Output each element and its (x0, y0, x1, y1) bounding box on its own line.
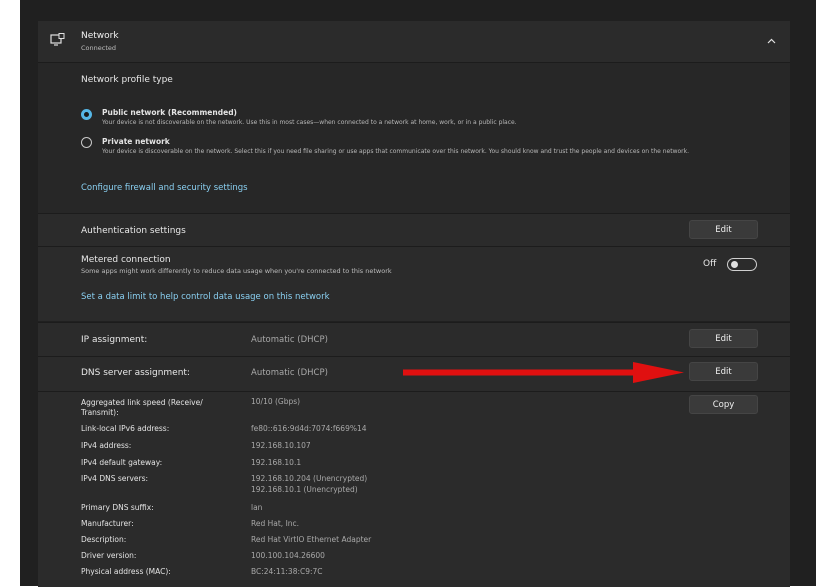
annotation-arrow (403, 362, 684, 383)
chevron-up-icon[interactable] (767, 38, 776, 44)
network-title: Network (81, 31, 119, 41)
property-label: Aggregated link speed (Receive/ (81, 398, 203, 407)
property-value: 10/10 (Gbps) (251, 397, 301, 406)
property-value: BC:24:11:38:C9:7C (251, 567, 323, 576)
property-value-cont: 192.168.10.1 (Unencrypted) (251, 485, 358, 494)
property-value: 192.168.10.107 (251, 441, 311, 450)
property-value: 192.168.10.1 (251, 458, 302, 467)
property-label: IPv4 address: (81, 441, 132, 450)
ip-assignment-row (38, 322, 790, 356)
property-value: fe80::616:9d4d:7074:f669%14 (251, 424, 367, 433)
authentication-label: Authentication settings (81, 226, 186, 236)
property-value: 192.168.10.204 (Unencrypted) (251, 474, 368, 483)
property-label: Link-local IPv6 address: (81, 424, 170, 433)
firewall-settings-link[interactable]: Configure firewall and security settings (81, 183, 248, 193)
copy-properties-button[interactable]: Copy (689, 395, 758, 414)
property-label: Primary DNS suffix: (81, 503, 154, 512)
network-status: Connected (81, 44, 117, 52)
private-network-radio[interactable] (81, 137, 92, 148)
ip-assignment-label: IP assignment: (81, 335, 148, 345)
property-label: Manufacturer: (81, 519, 134, 528)
property-value: lan (251, 503, 263, 512)
dns-assignment-value: Automatic (DHCP) (251, 368, 328, 378)
monitor-network-icon (50, 33, 65, 46)
profile-heading: Network profile type (81, 75, 173, 85)
dns-assignment-label: DNS server assignment: (81, 368, 190, 378)
property-label-cont: Transmit): (81, 408, 119, 417)
metered-title: Metered connection (81, 255, 171, 265)
property-label: Driver version: (81, 551, 137, 560)
property-value: Red Hat, Inc. (251, 519, 300, 528)
property-value: 100.100.104.26600 (251, 551, 325, 560)
metered-toggle-state: Off (703, 259, 717, 269)
metered-desc: Some apps might work differently to redu… (81, 267, 392, 275)
public-network-radio[interactable] (81, 109, 92, 120)
property-label: IPv4 default gateway: (81, 458, 163, 467)
property-value: Red Hat VirtIO Ethernet Adapter (251, 535, 372, 544)
network-properties-section (38, 391, 790, 587)
public-network-title: Public network (Recommended) (102, 108, 237, 117)
ip-assignment-value: Automatic (DHCP) (251, 335, 328, 345)
authentication-edit-button[interactable]: Edit (689, 220, 758, 239)
ip-assignment-edit-button[interactable]: Edit (689, 329, 758, 348)
toggle-knob (731, 261, 738, 268)
network-header[interactable] (38, 21, 790, 62)
private-network-desc: Your device is discoverable on the netwo… (102, 148, 689, 155)
property-label: Description: (81, 535, 127, 544)
data-limit-link[interactable]: Set a data limit to help control data us… (81, 292, 330, 302)
metered-toggle[interactable] (727, 258, 757, 271)
dns-assignment-edit-button[interactable]: Edit (689, 362, 758, 381)
public-network-desc: Your device is not discoverable on the n… (102, 119, 517, 126)
property-label: Physical address (MAC): (81, 567, 171, 576)
property-label: IPv4 DNS servers: (81, 474, 149, 483)
private-network-title: Private network (102, 137, 170, 146)
